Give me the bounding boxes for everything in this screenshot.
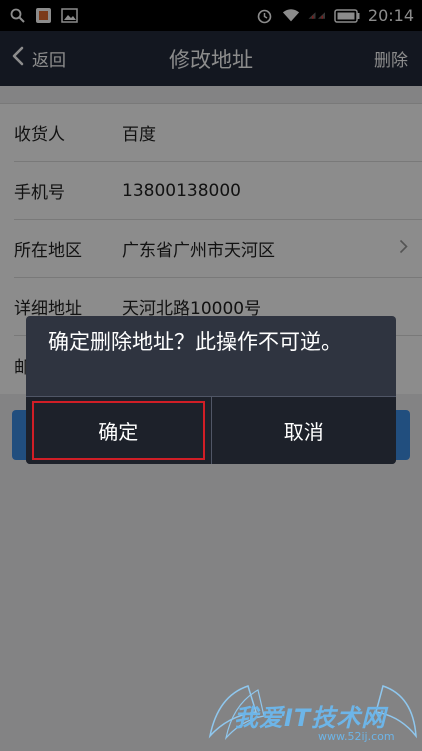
dialog-buttons: 确定 取消	[26, 396, 396, 464]
confirm-button[interactable]: 确定	[26, 397, 211, 464]
confirm-label: 确定	[98, 420, 139, 444]
confirm-dialog: 确定删除地址？此操作不可逆。 确定 取消	[26, 316, 396, 464]
cancel-button[interactable]: 取消	[212, 397, 397, 464]
screen: 20:14 返回 修改地址 删除 收货人 百度 手机号 13800138000 …	[0, 0, 422, 751]
dialog-message: 确定删除地址？此操作不可逆。	[48, 330, 342, 354]
cancel-label: 取消	[283, 420, 324, 444]
